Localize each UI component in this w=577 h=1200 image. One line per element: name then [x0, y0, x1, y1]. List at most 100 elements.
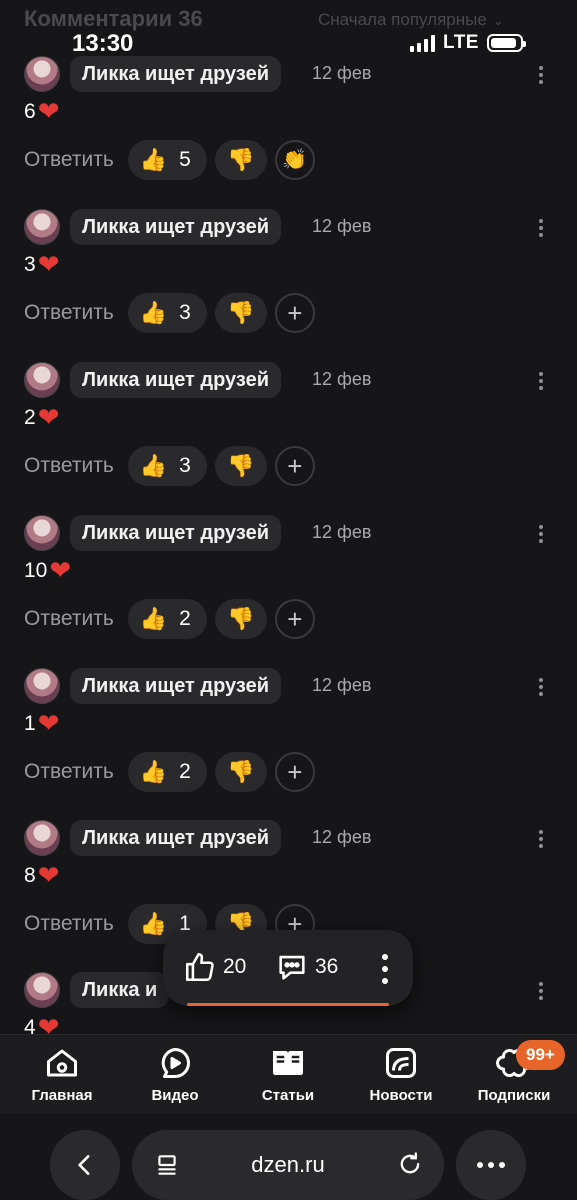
more-options-icon[interactable] — [535, 62, 547, 88]
like-count: 5 — [179, 148, 191, 171]
dislike-button[interactable]: 👎 — [214, 752, 267, 792]
plus-icon: + — [287, 298, 303, 328]
thumbs-up-icon: 👍 — [139, 453, 168, 478]
more-options-icon[interactable] — [535, 978, 547, 1004]
comment-actions: Ответить 👍 3 👎 + — [24, 446, 315, 486]
article-like-count: 20 — [223, 955, 247, 978]
more-options-icon[interactable] — [381, 954, 389, 984]
back-button[interactable] — [50, 1130, 120, 1200]
status-indicators: LTE — [410, 32, 526, 54]
avatar[interactable] — [24, 515, 60, 551]
clap-reaction-button[interactable]: 👏 — [274, 140, 315, 180]
news-icon — [346, 1043, 456, 1083]
thumbs-up-icon: 👍 — [139, 759, 168, 784]
comment-text-value: 10 — [24, 558, 48, 582]
author-name[interactable]: Ликка ищет друзей — [70, 515, 282, 551]
comment-text: 1 ❤ — [24, 708, 59, 739]
thumbs-down-icon: 👎 — [227, 300, 255, 325]
article-like-button[interactable]: 20 — [183, 950, 246, 984]
comment-item: Ликка ищет друзей 12 фев 1 ❤ Ответить 👍 2 … — [0, 668, 577, 820]
more-options-icon[interactable] — [535, 521, 547, 547]
author-name[interactable]: Ликка ищет друзей — [70, 668, 282, 704]
comment-date: 12 фев — [312, 522, 372, 542]
heart-icon: ❤ — [49, 555, 72, 585]
comment-date: 12 фев — [312, 216, 372, 236]
comment-text-value: 4 — [24, 1015, 36, 1035]
avatar[interactable] — [24, 820, 60, 856]
comment-actions: Ответить 👍 5 👎 👏 — [24, 140, 315, 180]
heart-icon: ❤ — [37, 860, 60, 890]
more-options-icon[interactable] — [535, 215, 547, 241]
author-name[interactable]: Ликка ищет друзей — [70, 820, 282, 856]
comment-item: Ликка ищет друзей 12 фев 6 ❤ Ответить 👍 5 … — [0, 56, 577, 208]
like-button[interactable]: 👍 3 — [127, 446, 207, 486]
comment-text: 10 ❤ — [24, 555, 71, 586]
address-bar[interactable]: dzen.ru — [132, 1130, 444, 1200]
like-count: 3 — [179, 454, 191, 477]
browser-toolbar: dzen.ru — [0, 1114, 577, 1200]
avatar[interactable] — [24, 668, 60, 704]
dislike-button[interactable]: 👎 — [214, 293, 267, 333]
accent-underline — [187, 1003, 389, 1006]
author-name[interactable]: Ликка ищет друзей — [70, 362, 282, 398]
reply-button[interactable]: Ответить — [24, 301, 114, 325]
avatar[interactable] — [24, 209, 60, 245]
nav-label: Главная — [31, 1087, 93, 1104]
dislike-button[interactable]: 👎 — [214, 446, 267, 486]
nav-label: Подписки — [477, 1087, 551, 1104]
comments-title: Комментарии 36 — [24, 6, 203, 31]
add-reaction-button[interactable]: + — [274, 752, 315, 792]
avatar[interactable] — [24, 972, 60, 1008]
thumbs-down-icon: 👎 — [227, 453, 255, 478]
like-count: 2 — [179, 607, 191, 630]
heart-icon: ❤ — [37, 708, 60, 738]
more-options-icon[interactable] — [535, 674, 547, 700]
dislike-button[interactable]: 👎 — [214, 140, 267, 180]
like-button[interactable]: 👍 3 — [127, 293, 207, 333]
author-name[interactable]: Ликка ищет друзей — [70, 209, 282, 245]
browser-menu-button[interactable] — [456, 1130, 526, 1200]
battery-icon — [486, 34, 526, 52]
like-button[interactable]: 👍 5 — [127, 140, 207, 180]
add-reaction-button[interactable]: + — [274, 599, 315, 639]
reply-button[interactable]: Ответить — [24, 454, 114, 478]
chevron-left-icon — [78, 1155, 90, 1175]
like-count: 2 — [179, 760, 191, 783]
author-name[interactable]: Ликка и — [70, 972, 170, 1008]
reply-button[interactable]: Ответить — [24, 912, 114, 936]
nav-label: Видео — [151, 1087, 199, 1104]
comment-text-value: 6 — [24, 99, 36, 123]
more-options-icon[interactable] — [535, 368, 547, 394]
author-name[interactable]: Ликка ищет друзей — [70, 56, 282, 92]
reload-icon[interactable] — [396, 1150, 424, 1178]
avatar[interactable] — [24, 56, 60, 92]
sort-dropdown[interactable]: Сначала популярные ⌄ — [318, 10, 504, 30]
like-button[interactable]: 👍 2 — [127, 752, 207, 792]
thumbs-down-icon: 👎 — [227, 147, 255, 172]
like-button[interactable]: 👍 2 — [127, 599, 207, 639]
dislike-button[interactable]: 👎 — [214, 599, 267, 639]
video-icon — [120, 1043, 230, 1083]
reply-button[interactable]: Ответить — [24, 607, 114, 631]
article-comments-button[interactable]: 36 — [275, 950, 338, 984]
nav-item-articles[interactable]: Статьи — [233, 1043, 343, 1104]
add-reaction-button[interactable]: + — [274, 293, 315, 333]
chevron-down-icon: ⌄ — [492, 13, 504, 28]
nav-item-home[interactable]: Главная — [7, 1043, 117, 1104]
comment-item: Ликка ищет друзей 12 фев 10 ❤ Ответить 👍 2… — [0, 515, 577, 667]
add-reaction-button[interactable]: + — [274, 446, 315, 486]
nav-item-news[interactable]: Новости — [346, 1043, 456, 1104]
heart-icon: ❤ — [37, 249, 60, 279]
heart-icon: ❤ — [37, 402, 60, 432]
nav-item-video[interactable]: Видео — [120, 1043, 230, 1104]
reply-button[interactable]: Ответить — [24, 148, 114, 172]
more-options-icon[interactable] — [535, 826, 547, 852]
network-type: LTE — [443, 32, 479, 53]
nav-label: Статьи — [261, 1087, 315, 1104]
reply-button[interactable]: Ответить — [24, 760, 114, 784]
avatar[interactable] — [24, 362, 60, 398]
signal-icon — [410, 34, 435, 52]
thumbs-up-icon: 👍 — [139, 300, 168, 325]
comment-text-value: 1 — [24, 711, 36, 735]
comment-actions: Ответить 👍 2 👎 + — [24, 599, 315, 639]
